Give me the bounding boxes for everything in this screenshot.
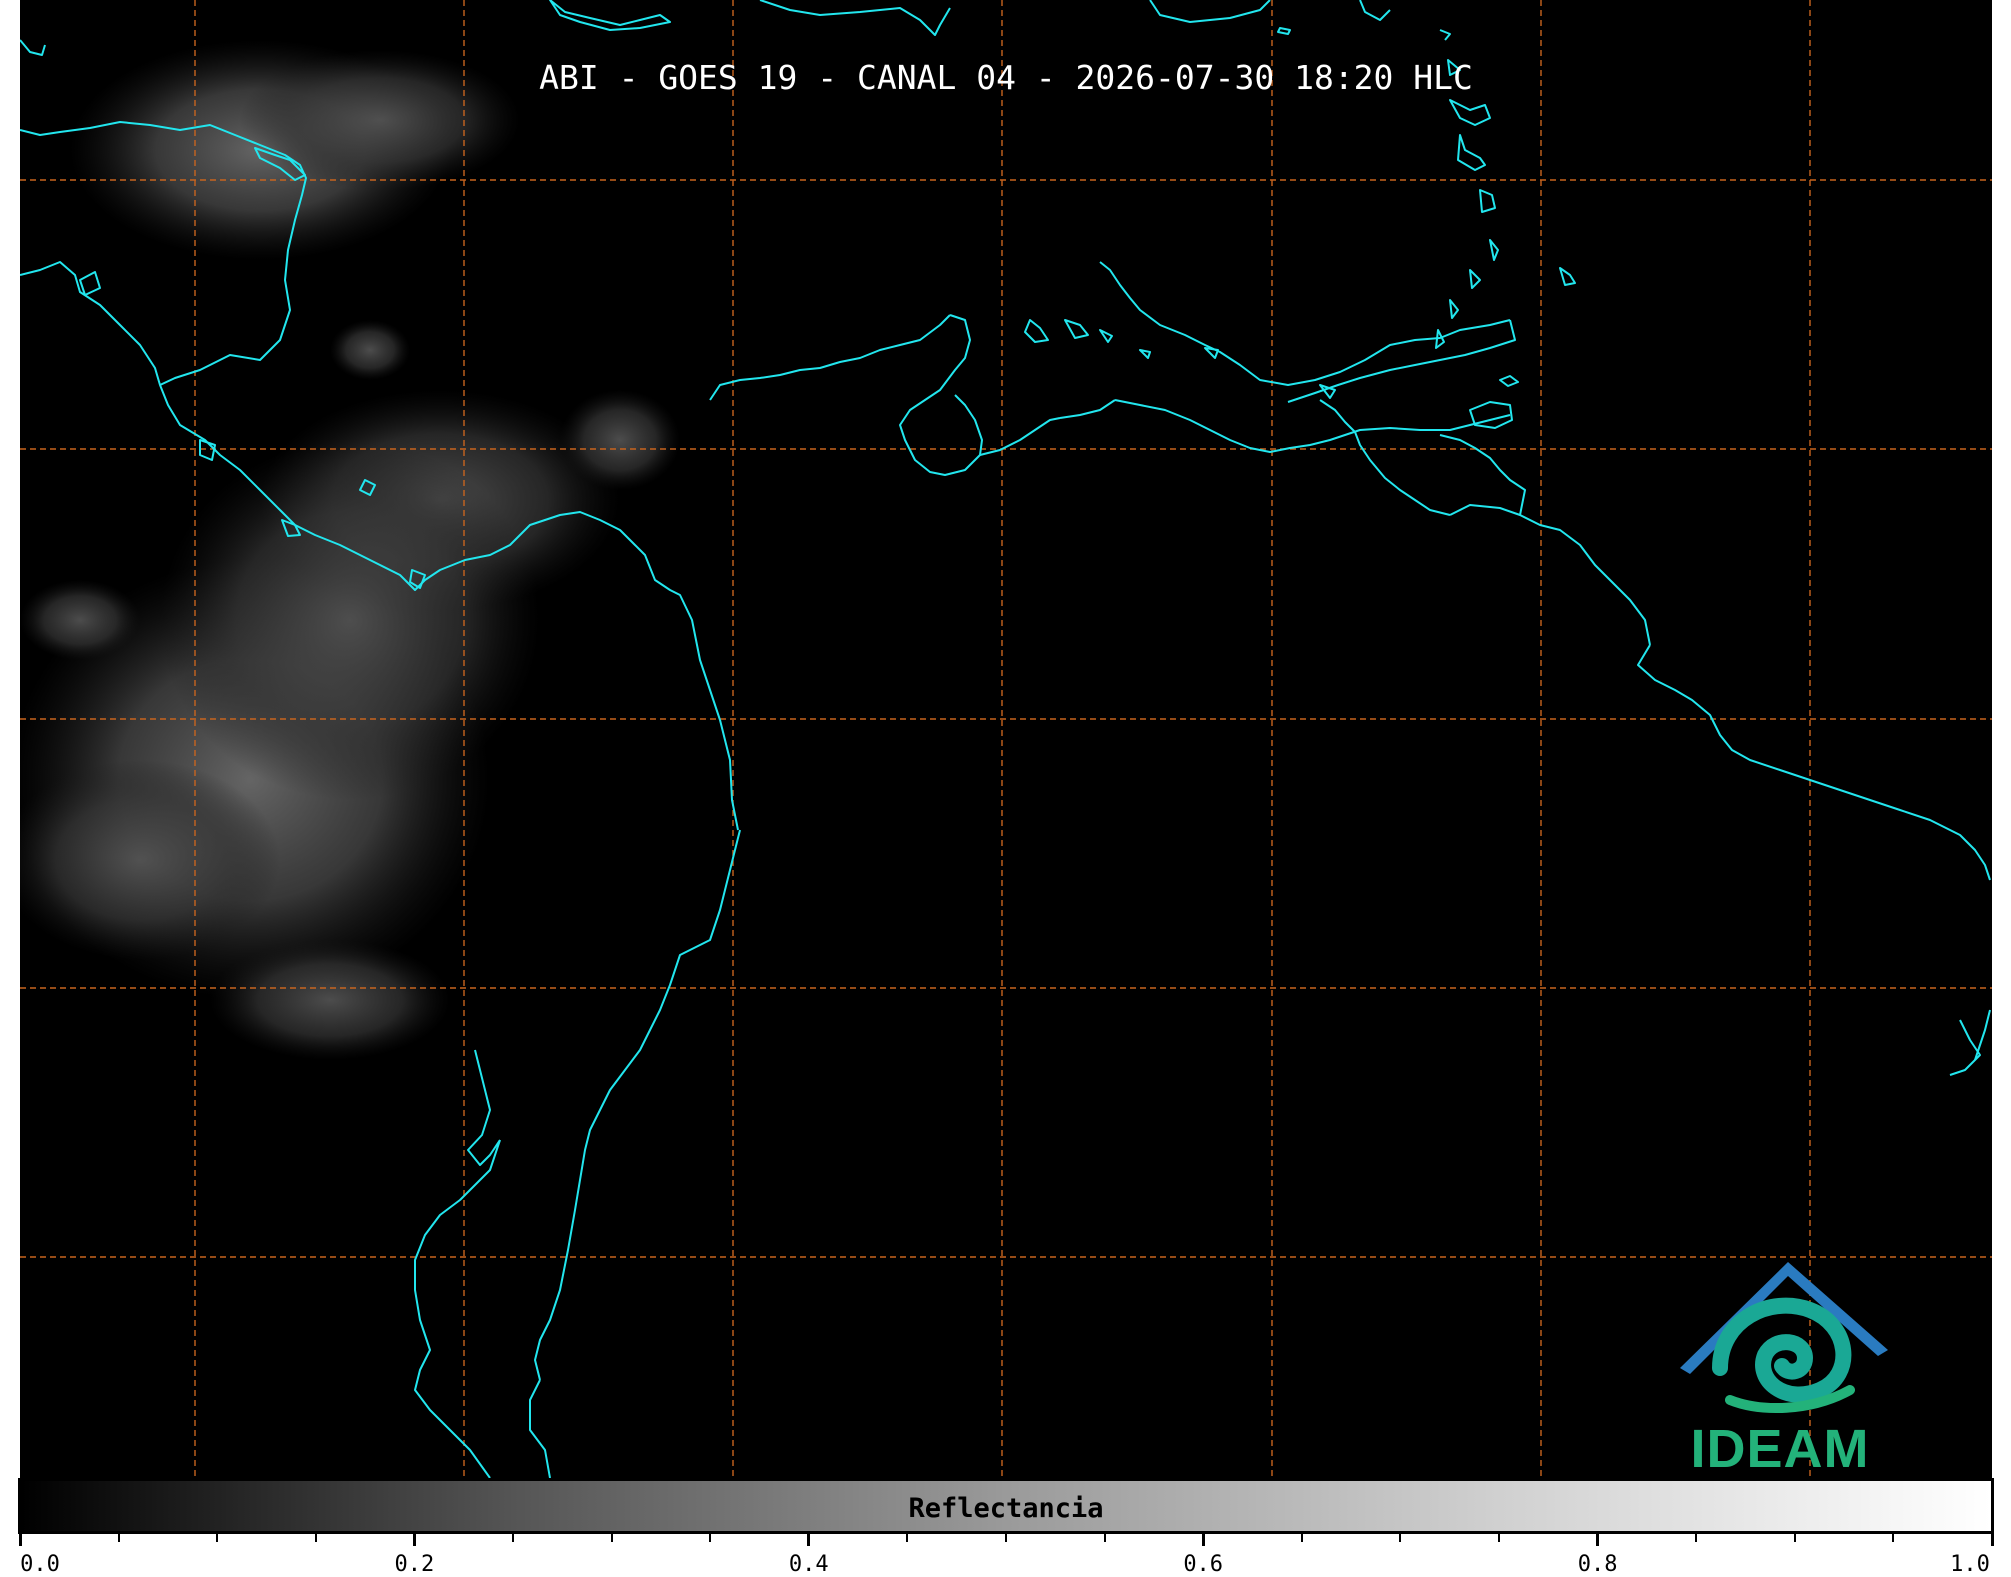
colorbar-major-tick [1201, 1534, 1205, 1546]
colorbar-tick-label: 0.8 [1577, 1552, 1618, 1577]
colorbar-minor-tick [117, 1534, 120, 1542]
colorbar-minor-tick [1892, 1534, 1895, 1542]
colorbar-minor-tick [906, 1534, 909, 1542]
colorbar-major-tick [807, 1534, 811, 1546]
colorbar-tick-label: 0.2 [394, 1552, 435, 1577]
colorbar-minor-tick [1005, 1534, 1007, 1542]
colorbar-minor-tick [1695, 1534, 1698, 1542]
ideam-logo: IDEAM [1660, 1250, 1900, 1478]
colorbar-minor-tick [1498, 1534, 1500, 1542]
colorbar-tick-label: 0.6 [1183, 1552, 1224, 1577]
colorbar-minor-tick [1103, 1534, 1106, 1542]
colorbar-tick-label: 1.0 [1950, 1552, 1990, 1577]
colorbar-minor-tick [610, 1534, 613, 1542]
colorbar-major-tick [1596, 1534, 1600, 1546]
colorbar-label: Reflectancia [908, 1493, 1104, 1524]
colorbar-minor-tick [314, 1534, 317, 1542]
colorbar-minor-tick [512, 1534, 514, 1542]
colorbar-major-tick [1990, 1534, 1994, 1546]
colorbar-axis: 0.0 0.2 0.4 0.6 0.8 1.0 [18, 1534, 1994, 1577]
ideam-swirl-roof-icon [1680, 1262, 1888, 1414]
colorbar-minor-tick [709, 1534, 712, 1542]
colorbar-minor-tick [1793, 1534, 1796, 1542]
colorbar-tick-label: 0.4 [788, 1552, 829, 1577]
colorbar-minor-tick [216, 1534, 219, 1542]
satellite-map: ABI - GOES 19 - CANAL 04 - 2026-07-30 18… [20, 0, 1992, 1478]
colorbar-major-tick [412, 1534, 416, 1546]
logo-text: IDEAM [1690, 1419, 1870, 1478]
colorbar: Reflectancia [18, 1478, 1994, 1534]
colorbar-minor-tick [1399, 1534, 1402, 1542]
colorbar-tick-label: 0.0 [20, 1552, 60, 1577]
colorbar-major-tick [18, 1534, 22, 1546]
colorbar-minor-tick [1300, 1534, 1303, 1542]
map-title: ABI - GOES 19 - CANAL 04 - 2026-07-30 18… [539, 58, 1473, 97]
